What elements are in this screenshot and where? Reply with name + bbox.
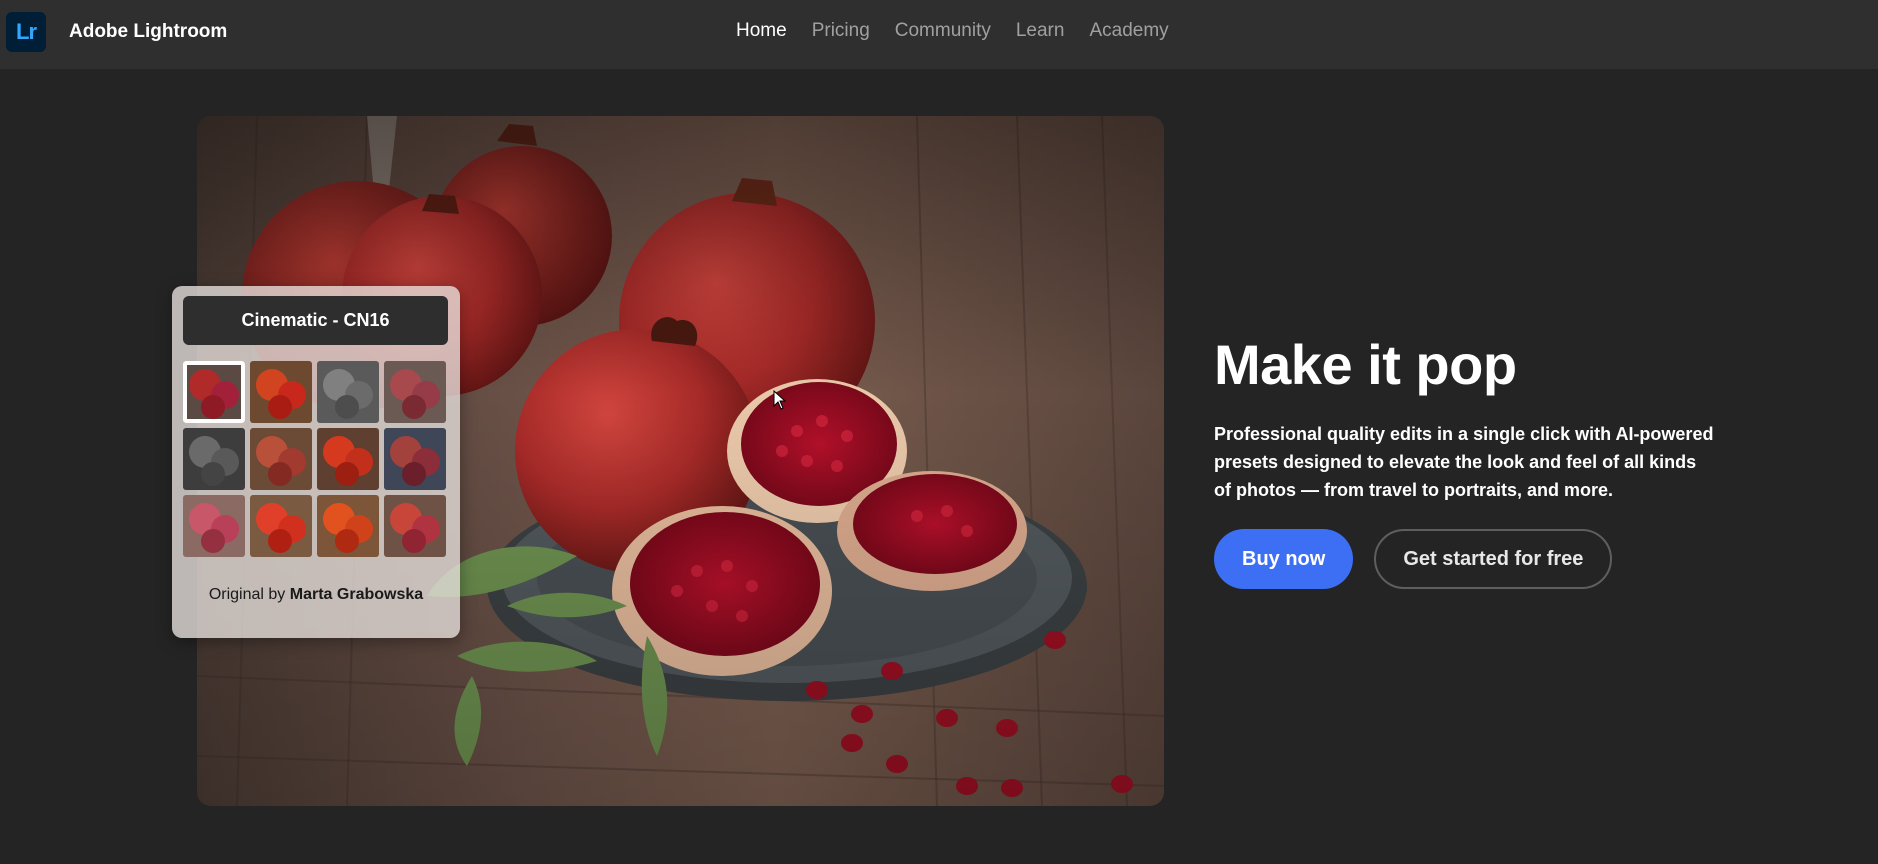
main-nav: Home Pricing Community Learn Academy xyxy=(736,20,1194,42)
preset-thumbnail[interactable] xyxy=(183,361,245,423)
nav-link-pricing[interactable]: Pricing xyxy=(812,20,870,42)
preset-thumbnail[interactable] xyxy=(384,428,446,490)
credit-author: Marta Grabowska xyxy=(289,586,424,603)
nav-link-learn[interactable]: Learn xyxy=(1016,20,1065,42)
preset-thumbnail[interactable] xyxy=(183,495,245,557)
preset-thumbnail-grid xyxy=(183,361,446,557)
preset-thumbnail[interactable] xyxy=(250,495,312,557)
nav-link-academy[interactable]: Academy xyxy=(1089,20,1168,42)
hero-description: Professional quality edits in a single c… xyxy=(1214,424,1714,500)
preset-thumbnail[interactable] xyxy=(317,495,379,557)
nav-link-home[interactable]: Home xyxy=(736,20,787,42)
credit-prefix: Original by xyxy=(208,586,286,603)
preset-thumbnail[interactable] xyxy=(384,361,446,423)
brand-name[interactable]: Adobe Lightroom xyxy=(69,21,227,43)
hero-headline: Make it pop xyxy=(1214,333,1517,396)
nav-link-community[interactable]: Community xyxy=(895,20,991,42)
get-started-free-button[interactable]: Get started for free xyxy=(1374,529,1613,589)
preset-thumbnail[interactable] xyxy=(317,428,379,490)
brand[interactable]: Lr Adobe Lightroom xyxy=(6,12,227,52)
photo-credit: Original by Marta Grabowska xyxy=(172,586,460,604)
preset-thumbnail[interactable] xyxy=(250,361,312,423)
buy-now-button[interactable]: Buy now xyxy=(1214,529,1354,589)
preset-panel: Cinematic - CN16 Original by Marta Grabo… xyxy=(172,286,460,638)
preset-thumbnail[interactable] xyxy=(317,361,379,423)
lightroom-logo-icon[interactable]: Lr xyxy=(6,12,46,52)
preset-thumbnail[interactable] xyxy=(384,495,446,557)
top-navbar: Lr Adobe Lightroom Home Pricing Communit… xyxy=(0,0,1878,69)
preset-name[interactable]: Cinematic - CN16 xyxy=(183,296,448,345)
preset-thumbnail[interactable] xyxy=(183,428,245,490)
mouse-cursor-icon xyxy=(773,389,787,415)
preset-thumbnail[interactable] xyxy=(250,428,312,490)
cta-group: Buy now Get started for free xyxy=(1214,529,1613,589)
